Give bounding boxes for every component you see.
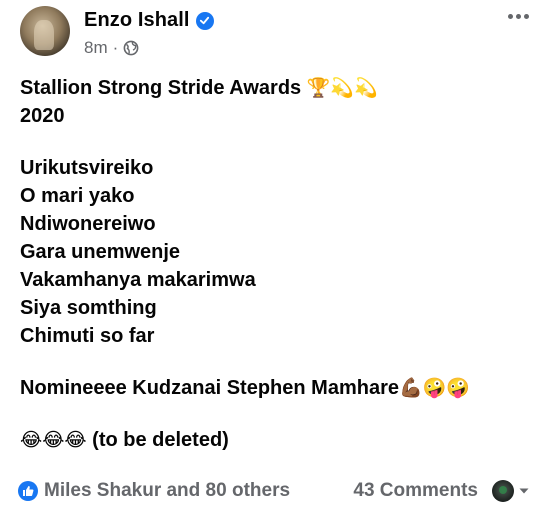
nominee-line: Nomineeee Kudzanai Stephen Mamhare💪🏾🤪🤪 xyxy=(20,374,524,402)
author-avatar[interactable] xyxy=(20,6,70,56)
post-title-line: Stallion Strong Stride Awards 🏆💫💫 xyxy=(20,74,524,102)
viewer-avatar[interactable] xyxy=(492,480,514,502)
verified-badge-icon xyxy=(195,11,214,30)
chevron-down-icon[interactable] xyxy=(518,485,530,497)
like-reaction-icon[interactable] xyxy=(18,481,38,501)
meta-separator: · xyxy=(112,38,119,57)
facebook-post: Enzo Ishall 8m · Stallion Strong Stride … xyxy=(0,0,544,515)
song-item: O mari yako xyxy=(20,185,135,207)
song-item: Ndiwonereiwo xyxy=(20,213,156,235)
post-meta: 8m · xyxy=(84,38,139,58)
avatar-figure xyxy=(34,20,54,50)
nominee-emoji: 💪🏾🤪🤪 xyxy=(398,378,470,399)
comments-count[interactable]: 43 Comments xyxy=(353,480,478,502)
closing-emoji: 😂😂😂 xyxy=(20,430,87,451)
author-name-row: Enzo Ishall xyxy=(84,9,214,32)
song-item: Gara unemwenje xyxy=(20,241,181,263)
post-footer: Miles Shakur and 80 others 43 Comments xyxy=(18,478,530,504)
post-title: Stallion Strong Stride Awards xyxy=(20,77,302,99)
nominee-text: Nomineeee Kudzanai Stephen Mamhare xyxy=(20,377,399,399)
post-body: Stallion Strong Stride Awards 🏆💫💫 2020 U… xyxy=(20,74,524,454)
song-item: Vakamhanya makarimwa xyxy=(20,269,256,291)
closing-text: (to be deleted) xyxy=(92,429,229,451)
author-name[interactable]: Enzo Ishall xyxy=(84,9,190,32)
song-item: Urikutsvireiko xyxy=(20,157,154,179)
title-emoji: 🏆💫💫 xyxy=(306,78,378,99)
post-year: 2020 xyxy=(20,105,65,127)
post-time[interactable]: 8m xyxy=(84,38,108,58)
song-item: Chimuti so far xyxy=(20,325,155,347)
closing-line: 😂😂😂 (to be deleted) xyxy=(20,426,524,454)
reactions-summary[interactable]: Miles Shakur and 80 others xyxy=(44,480,290,502)
song-item: Siya somthing xyxy=(20,297,157,319)
more-options-icon[interactable] xyxy=(508,8,530,24)
globe-icon[interactable] xyxy=(123,40,139,56)
